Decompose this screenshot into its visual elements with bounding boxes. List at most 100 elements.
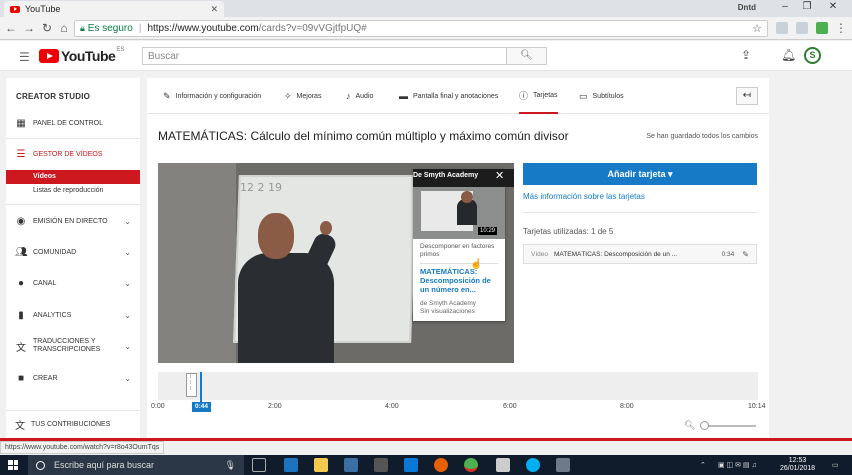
app-icon[interactable] (556, 458, 570, 472)
task-view-icon[interactable] (252, 458, 266, 472)
sidebar-item-translations[interactable]: 文 TRADUCCIONES Y TRANSCRIPCIONES ⌄ (6, 338, 140, 354)
card-title[interactable]: MATEMÁTICAS: Descomposición de un número… (420, 267, 502, 294)
playhead-time: 0:44 (192, 402, 211, 412)
remote-desktop-icon[interactable] (404, 458, 418, 472)
tab-info-settings[interactable]: ✎ Información y configuración (163, 78, 261, 114)
maximize-icon[interactable]: ❐ (800, 1, 814, 12)
browser-tab-title: YouTube (25, 4, 61, 14)
analytics-icon: ▮ (18, 309, 24, 321)
zoom-icon: 🔍︎ (684, 420, 696, 430)
card-list-item[interactable]: Vídeo MATEMÁTICAS: Descomposición de un … (523, 244, 757, 264)
zoom-slider-knob[interactable] (700, 421, 709, 430)
end-screen-icon: ▬ (399, 91, 408, 101)
skype-icon[interactable] (526, 458, 540, 472)
forward-arrow-icon[interactable]: → (22, 21, 36, 35)
logo-country: ES (116, 47, 125, 53)
sidebar-item-label: GESTOR DE VÍDEOS (33, 150, 103, 158)
home-icon[interactable]: ⌂ (57, 21, 71, 35)
people-icon[interactable]: ⌃ (700, 461, 706, 469)
music-note-icon: ♪ (346, 91, 351, 101)
tab-enhancements[interactable]: ✧ Mejoras (284, 78, 321, 114)
address-bar[interactable]: 🔒︎ Es seguro | https://www.youtube.com /… (74, 20, 768, 37)
chrome-icon[interactable] (464, 458, 478, 472)
browser-menu-icon[interactable]: ⋮ (834, 21, 848, 35)
camera-app-icon[interactable] (374, 458, 388, 472)
sidebar-item-channel[interactable]: ● CANAL ⌄ (6, 275, 140, 291)
avatar[interactable]: S (804, 47, 821, 64)
sidebar-title: CREATOR STUDIO (16, 92, 91, 101)
youtube-logo[interactable]: YouTube ES (39, 47, 125, 64)
extension-icon[interactable] (776, 22, 788, 34)
timeline-tick: 0:00 (151, 403, 165, 410)
notifications-icon[interactable]: ▭ (832, 461, 839, 469)
sidebar-item-video-manager[interactable]: ☰ GESTOR DE VÍDEOS (6, 146, 140, 162)
url-path: /cards?v=09vVGjtfpUQ# (258, 23, 367, 34)
sidebar-divider (6, 138, 140, 139)
sidebar-item-contributions[interactable]: 文 TUS CONTRIBUCIONES (6, 410, 140, 438)
tab-cards[interactable]: ⓘ Tarjetas (519, 78, 558, 114)
hamburger-menu-icon[interactable]: ☰ (19, 50, 30, 64)
live-icon: ◉ (16, 215, 26, 227)
sidebar-item-create[interactable]: ■ CREAR ⌄ (6, 370, 140, 386)
sidebar-item-label: COMUNIDAD (33, 248, 77, 256)
youtube-play-icon (39, 49, 59, 63)
url-host: https://www.youtube.com (147, 23, 259, 34)
taskbar-search[interactable]: Escribe aquí para buscar 🎙︎ (28, 455, 244, 475)
taskbar-clock[interactable]: 12:53 26/01/2018 (780, 457, 815, 473)
sidebar-item-community[interactable]: 👥︎ COMUNIDAD ⌄ (6, 244, 140, 260)
windows-start-icon[interactable] (8, 460, 18, 470)
reload-icon[interactable]: ↻ (40, 21, 54, 35)
sidebar-subitem-videos[interactable]: Vídeos (6, 170, 140, 184)
extension-icon[interactable] (796, 22, 808, 34)
cards-timeline[interactable] (158, 372, 758, 400)
browser-tab[interactable]: YouTube ✕ (4, 1, 224, 17)
create-icon: ■ (17, 372, 25, 384)
mail-icon[interactable] (496, 458, 510, 472)
browser-user-name[interactable]: Dntd (738, 3, 756, 12)
hand-cursor-icon: ☝ (470, 259, 483, 270)
card-channel-name: de Smyth Academy (420, 300, 476, 307)
edge-icon[interactable] (284, 458, 298, 472)
pencil-icon[interactable]: ✎ (742, 250, 749, 259)
editor-tabs: ✎ Información y configuración ✧ Mejoras … (147, 78, 769, 114)
tab-subtitles[interactable]: ▭ Subtítulos (579, 78, 624, 114)
chevron-down-icon: ⌄ (124, 247, 131, 257)
tab-end-screen[interactable]: ▬ Pantalla final y anotaciones (399, 78, 498, 114)
firefox-icon[interactable] (434, 458, 448, 472)
file-explorer-icon[interactable] (314, 458, 328, 472)
sidebar-item-dashboard[interactable]: ▦ PANEL DE CONTROL (6, 115, 140, 131)
timeline-playhead[interactable] (200, 372, 202, 402)
microphone-icon[interactable]: 🎙︎ (225, 460, 236, 471)
store-icon[interactable] (344, 458, 358, 472)
youtube-header: ☰ YouTube ES Buscar 🔍︎ ⇪ 🔔︎ S (0, 41, 852, 71)
tab-close-icon[interactable]: ✕ (210, 4, 218, 15)
tray-icons[interactable]: ▣ ◫ ✉ ▤ ♫ (718, 461, 757, 469)
video-player[interactable]: 12 2 19 De Smyth Academy ✕ 10:29 Descomp… (158, 163, 514, 363)
sidebar-subitem-playlists[interactable]: Listas de reproducción (6, 184, 140, 198)
creator-studio-sidebar: CREATOR STUDIO ▦ PANEL DE CONTROL ☰ GEST… (6, 78, 140, 438)
whiteboard-text: 12 2 19 (240, 181, 282, 194)
bookmark-star-icon[interactable]: ☆ (752, 22, 762, 35)
back-arrow-icon[interactable]: ← (4, 21, 18, 35)
search-button[interactable]: 🔍︎ (507, 47, 547, 65)
sidebar-item-label: PANEL DE CONTROL (33, 119, 104, 127)
minimize-icon[interactable]: – (778, 1, 792, 12)
lock-icon: 🔒︎ (80, 23, 85, 33)
more-info-link[interactable]: Más información sobre las tarjetas (523, 192, 645, 201)
search-icon: 🔍︎ (520, 50, 533, 61)
back-button[interactable]: ↤ (736, 87, 758, 105)
extension-icon[interactable] (816, 22, 828, 34)
panel-divider (523, 212, 757, 213)
add-card-button[interactable]: Añadir tarjeta ▾ (523, 163, 757, 185)
close-icon[interactable]: ✕ (495, 169, 504, 182)
sidebar-item-label: CREAR (33, 374, 58, 382)
tab-audio[interactable]: ♪ Audio (346, 78, 373, 114)
video-title: MATEMÁTICAS: Cálculo del mínimo común mú… (158, 129, 569, 143)
sidebar-item-live[interactable]: ◉ EMISIÓN EN DIRECTO ⌄ (6, 213, 140, 229)
window-close-icon[interactable]: ✕ (826, 1, 840, 12)
sidebar-item-analytics[interactable]: ▮ ANALYTICS ⌄ (6, 307, 140, 323)
search-input[interactable]: Buscar (142, 47, 507, 65)
bell-icon[interactable]: 🔔︎ (781, 48, 796, 62)
card-timeline-marker[interactable] (186, 373, 197, 397)
upload-icon[interactable]: ⇪ (741, 48, 751, 62)
